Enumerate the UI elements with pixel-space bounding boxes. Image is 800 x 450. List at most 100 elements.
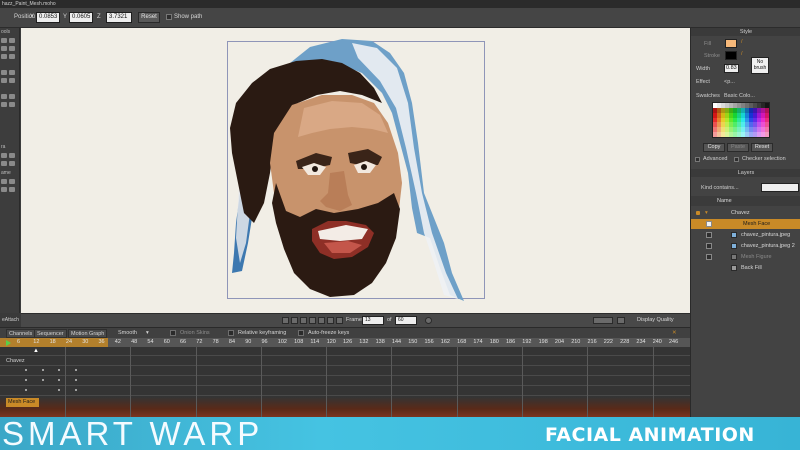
loop-button-icon[interactable] [336,317,343,324]
rotate-points-tool-icon[interactable] [9,46,15,51]
keyframe[interactable] [75,379,77,381]
layer-checkbox[interactable] [706,254,712,260]
track-chavez[interactable]: Chavez [6,358,25,364]
quality-toggle-button[interactable] [593,317,613,324]
paste-style-button[interactable]: Paste [727,143,749,152]
chevron-down-icon[interactable]: ▾ [146,329,149,338]
advanced-checkbox[interactable] [695,157,700,162]
tab-sequencer[interactable]: Sequencer [34,329,67,338]
workspace-rotate-tool-icon[interactable] [1,187,7,192]
fill-edit-icon[interactable]: / [741,39,743,45]
track-mesh-face[interactable]: Mesh Face [6,398,39,407]
display-quality-label[interactable]: Display Quality [637,317,674,323]
timeline-tracks[interactable]: ▲ Chavez Mesh Face [0,347,690,417]
rewind-button-icon[interactable] [282,317,289,324]
step-forward-button-icon[interactable] [318,317,325,324]
layer-checkbox[interactable] [706,243,712,249]
show-path-checkbox[interactable] [166,14,172,20]
layer-row-back-fill[interactable]: Back Fill [691,263,800,273]
copy-style-button[interactable]: Copy [703,143,725,152]
layer-search-input[interactable] [761,183,799,192]
keyframe[interactable] [58,389,60,391]
add-point-tool-icon[interactable] [1,54,7,59]
keyframe[interactable] [75,389,77,391]
transform-bone-tool-icon[interactable] [9,78,15,83]
select-points-tool-icon[interactable] [1,38,7,43]
color-swatch-grid[interactable] [712,102,770,138]
stroke-color-swatch[interactable] [725,51,737,60]
curvature-tool-icon[interactable] [9,54,15,59]
total-frames-field[interactable]: 60 [395,316,417,325]
layer-filter-dropdown[interactable]: Kind contains... [701,185,739,191]
bone-tool-icon[interactable] [1,70,7,75]
workspace-zoom-tool-icon[interactable] [9,179,15,184]
tab-channels[interactable]: Channels [6,329,36,338]
scale-points-tool-icon[interactable] [1,46,7,51]
workspace-pan-tool-icon[interactable] [1,179,7,184]
smart-warp-tool-icon[interactable] [9,102,15,107]
layer-checkbox[interactable] [706,221,712,227]
keyframe[interactable] [75,369,77,371]
auto-freeze-keys-checkbox[interactable] [298,330,304,336]
name-column-header[interactable]: Name [717,196,732,206]
layer-row-mesh-figure[interactable]: Mesh Figure [691,252,800,262]
palette-swatch[interactable] [765,132,769,137]
reset-style-button[interactable]: Reset [751,143,773,152]
banner-subtitle: FACIAL ANIMATION [545,424,755,446]
brush-preview[interactable]: No brush [751,57,769,74]
keyframe[interactable] [58,369,60,371]
pan-tilt-camera-tool-icon[interactable] [9,161,15,166]
z-position-field[interactable]: 3.7321 [106,12,132,23]
collapse-timeline-icon[interactable]: ✕ [672,329,677,338]
translate-points-tool-icon[interactable] [9,38,15,43]
play-button-icon[interactable] [309,317,316,324]
fill-color-swatch[interactable] [725,39,737,48]
layer-checkbox[interactable] [706,232,712,238]
layer-transform-tool-icon[interactable] [1,94,7,99]
interpolation-dropdown[interactable]: Smooth [118,329,137,338]
timeline-ruler[interactable]: 6 12 18 24 30 36 42 48 54 60 66 72 78 84 90 96 102 108 114… [0,338,690,347]
effect-label: Effect [696,79,710,85]
vector-layer-icon [731,254,737,260]
zoom-camera-tool-icon[interactable] [9,153,15,158]
roll-camera-tool-icon[interactable] [1,161,7,166]
checker-selection-checkbox[interactable] [734,157,739,162]
select-bone-tool-icon[interactable] [9,70,15,75]
layer-row-mesh-face[interactable]: Mesh Face [691,219,800,229]
width-field[interactable]: 0.83 [724,64,739,73]
layer-scale-tool-icon[interactable] [1,102,7,107]
stroke-edit-icon[interactable]: / [741,51,743,57]
orbit-tool-icon[interactable] [9,187,15,192]
keyframe[interactable] [42,369,44,371]
manipulate-bones-tool-icon[interactable] [1,78,7,83]
timeline-settings-icon[interactable] [425,317,432,324]
play-back-button-icon[interactable] [300,317,307,324]
swatches-dropdown[interactable]: Basic Colo... [724,93,755,99]
character-face-artwork[interactable] [212,33,482,313]
visibility-icon[interactable] [696,211,700,215]
play-marker-icon[interactable] [6,340,11,346]
x-position-field[interactable]: 0.0853 [36,12,60,23]
keyframe[interactable] [42,379,44,381]
track-camera-tool-icon[interactable] [1,153,7,158]
effect-dropdown[interactable]: <p... [724,79,735,85]
layer-rotate-tool-icon[interactable] [9,94,15,99]
relative-keyframing-checkbox[interactable] [228,330,234,336]
tab-motion-graph[interactable]: Motion Graph [68,329,108,338]
keyframe[interactable] [25,379,27,381]
keyframe[interactable] [25,369,27,371]
layer-row-pintura-2[interactable]: chavez_pintura.jpeg 2 [691,241,800,251]
keyframe[interactable] [25,389,27,391]
reset-position-button[interactable]: Reset [138,12,160,23]
current-frame-field[interactable]: 13 [362,316,384,325]
layer-row-pintura-1[interactable]: chavez_pintura.jpeg [691,230,800,240]
fast-forward-button-icon[interactable] [327,317,334,324]
keyframe[interactable] [58,379,60,381]
playhead-cursor-icon[interactable]: ▲ [33,348,39,354]
y-position-field[interactable]: 0.0605 [69,12,93,23]
step-back-button-icon[interactable] [291,317,298,324]
expand-icon[interactable]: ▾ [705,208,708,218]
layer-row-chavez[interactable]: ▾ Chavez [691,208,800,218]
quality-dropdown-icon[interactable] [617,317,625,324]
onion-skins-checkbox[interactable] [170,330,176,336]
